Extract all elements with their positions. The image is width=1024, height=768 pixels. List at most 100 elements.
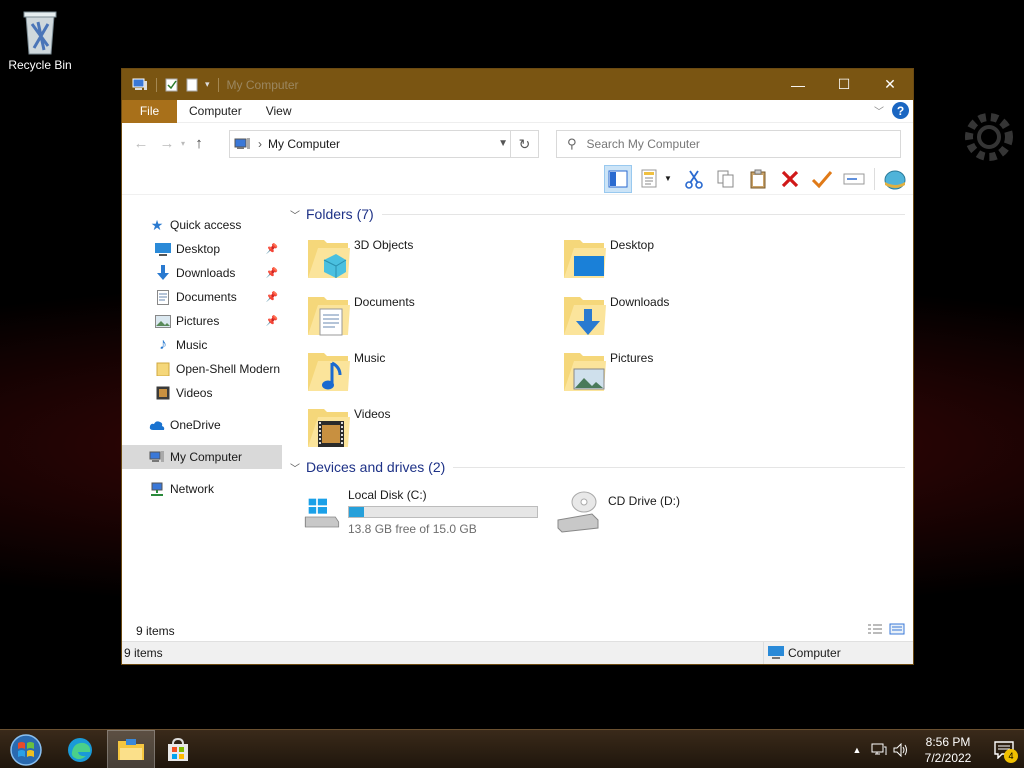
- properties-icon[interactable]: [165, 78, 179, 92]
- cut-button[interactable]: [680, 165, 708, 193]
- folder-documents[interactable]: Documents: [282, 291, 532, 343]
- computer-icon: [768, 646, 784, 659]
- sidebar-item-videos[interactable]: Videos: [122, 381, 282, 405]
- delete-icon: [781, 170, 799, 187]
- breadcrumb-separator[interactable]: ›: [258, 137, 262, 151]
- drive-cd-d[interactable]: CD Drive (D:): [534, 486, 790, 538]
- window-title: My Computer: [226, 77, 299, 92]
- sidebar-item-quick-access[interactable]: ★ Quick access: [122, 213, 282, 237]
- folder-desktop[interactable]: Desktop: [538, 234, 788, 286]
- properties-icon: [641, 169, 657, 187]
- folder-videos[interactable]: Videos: [282, 403, 532, 455]
- sidebar-item-label: Documents: [176, 290, 237, 304]
- select-button[interactable]: [808, 165, 836, 193]
- sidebar-item-pictures[interactable]: Pictures 📌: [122, 309, 282, 333]
- quick-access-toolbar: ▾: [122, 77, 221, 92]
- folder-name: Music: [354, 351, 386, 365]
- status-bar: 9 items Computer: [122, 641, 913, 664]
- drive-local-disk-c[interactable]: Local Disk (C:) 13.8 GB free of 15.0 GB: [282, 486, 538, 538]
- rename-button[interactable]: [840, 165, 868, 193]
- close-button[interactable]: ✕: [867, 69, 913, 100]
- folders-group-header[interactable]: ﹀ Folders (7): [290, 206, 905, 222]
- taskbar-edge[interactable]: [56, 730, 104, 768]
- folder-pictures[interactable]: Pictures: [538, 347, 788, 399]
- folder-name: Videos: [354, 407, 391, 421]
- tab-file[interactable]: File: [122, 99, 177, 123]
- music-icon: ♪: [159, 336, 167, 353]
- maximize-button[interactable]: ☐: [821, 69, 867, 100]
- tab-view[interactable]: View: [254, 100, 304, 123]
- delete-button[interactable]: [776, 165, 804, 193]
- sidebar-item-onedrive[interactable]: OneDrive: [122, 413, 282, 437]
- show-hidden-icons-icon[interactable]: ▲: [846, 745, 868, 755]
- sidebar-item-my-computer[interactable]: My Computer: [122, 445, 282, 469]
- large-icons-view-icon[interactable]: [889, 622, 905, 636]
- sidebar-item-label: Open-Shell Modern: [176, 362, 281, 376]
- details-view-icon[interactable]: [867, 622, 883, 636]
- search-input[interactable]: [586, 137, 867, 151]
- recent-locations-icon[interactable]: ▾: [178, 132, 188, 154]
- sidebar-item-desktop[interactable]: Desktop 📌: [122, 237, 282, 261]
- sidebar-item-documents[interactable]: Documents 📌: [122, 285, 282, 309]
- sidebar-item-downloads[interactable]: Downloads 📌: [122, 261, 282, 285]
- up-button[interactable]: ↑: [188, 132, 210, 154]
- expand-ribbon-icon[interactable]: ﹀: [874, 103, 884, 118]
- back-button[interactable]: ←: [130, 132, 152, 154]
- pin-icon[interactable]: 📌: [266, 316, 278, 327]
- recycle-bin[interactable]: Recycle Bin: [6, 6, 74, 72]
- help-icon[interactable]: ?: [892, 102, 909, 119]
- new-folder-icon[interactable]: [185, 78, 199, 92]
- copy-button[interactable]: [712, 165, 740, 193]
- address-dropdown-icon[interactable]: ▼: [498, 138, 508, 149]
- network-tray-icon[interactable]: [868, 743, 890, 757]
- download-icon: [154, 265, 172, 281]
- folder-3d-objects[interactable]: 3D Objects: [282, 234, 532, 286]
- minimize-button[interactable]: —: [775, 69, 821, 100]
- sidebar-item-open-shell-modern[interactable]: Open-Shell Modern: [122, 357, 282, 381]
- content-pane: ﹀ Folders (7) 3D Objects Desktop Documen…: [282, 196, 913, 642]
- preview-pane-button[interactable]: [604, 164, 632, 193]
- search-icon: ⚲: [567, 136, 577, 151]
- drives-group-header[interactable]: ﹀ Devices and drives (2): [290, 459, 905, 475]
- documents-folder-icon: [308, 297, 350, 336]
- folder-music[interactable]: Music: [282, 347, 532, 399]
- search-box[interactable]: ⚲: [556, 130, 901, 158]
- start-button[interactable]: [2, 730, 50, 768]
- breadcrumb-my-computer[interactable]: My Computer: [268, 137, 340, 151]
- internet-options-button[interactable]: [881, 165, 909, 193]
- drive-name: Local Disk (C:): [348, 488, 427, 502]
- star-icon: ★: [150, 216, 164, 233]
- notification-center-button[interactable]: 4: [984, 730, 1024, 768]
- folders-group-title: Folders (7): [306, 206, 374, 222]
- pin-icon[interactable]: 📌: [266, 244, 278, 255]
- clock[interactable]: 8:56 PM 7/2/2022: [912, 734, 984, 766]
- pin-icon[interactable]: 📌: [266, 292, 278, 303]
- sidebar-item-network[interactable]: Network: [122, 477, 282, 501]
- taskbar-store[interactable]: [154, 730, 202, 768]
- title-bar[interactable]: ▾ My Computer — ☐ ✕: [122, 69, 913, 100]
- taskbar-file-explorer[interactable]: [107, 730, 155, 768]
- cd-drive-icon: [557, 491, 599, 533]
- pin-icon[interactable]: 📌: [266, 268, 278, 279]
- desktop-folder-icon: [564, 240, 606, 278]
- folder-downloads[interactable]: Downloads: [538, 291, 788, 343]
- explorer-window: ▾ My Computer — ☐ ✕ File Computer View ﹀…: [121, 68, 914, 665]
- forward-button[interactable]: →: [156, 132, 178, 154]
- preview-pane-icon: [608, 170, 628, 187]
- chevron-down-icon[interactable]: ▾: [205, 79, 210, 90]
- pictures-folder-icon: [564, 353, 606, 391]
- paste-button[interactable]: [744, 165, 772, 193]
- computer-icon: [132, 78, 147, 90]
- taskbar: ▲ 8:56 PM 7/2/2022 4: [0, 729, 1024, 768]
- properties-button[interactable]: ▼: [636, 165, 676, 193]
- sidebar-item-music[interactable]: ♪ Music: [122, 333, 282, 357]
- volume-icon[interactable]: [890, 742, 912, 757]
- refresh-icon[interactable]: ↻: [510, 131, 538, 157]
- sidebar-item-label: Quick access: [170, 218, 242, 232]
- address-bar[interactable]: › My Computer ▼ ↻: [229, 130, 539, 158]
- computer-icon: [234, 138, 250, 149]
- chevron-down-icon: ﹀: [290, 463, 300, 475]
- status-zone: Computer: [763, 642, 913, 664]
- tab-computer[interactable]: Computer: [177, 100, 254, 123]
- sidebar-item-label: Downloads: [176, 266, 236, 280]
